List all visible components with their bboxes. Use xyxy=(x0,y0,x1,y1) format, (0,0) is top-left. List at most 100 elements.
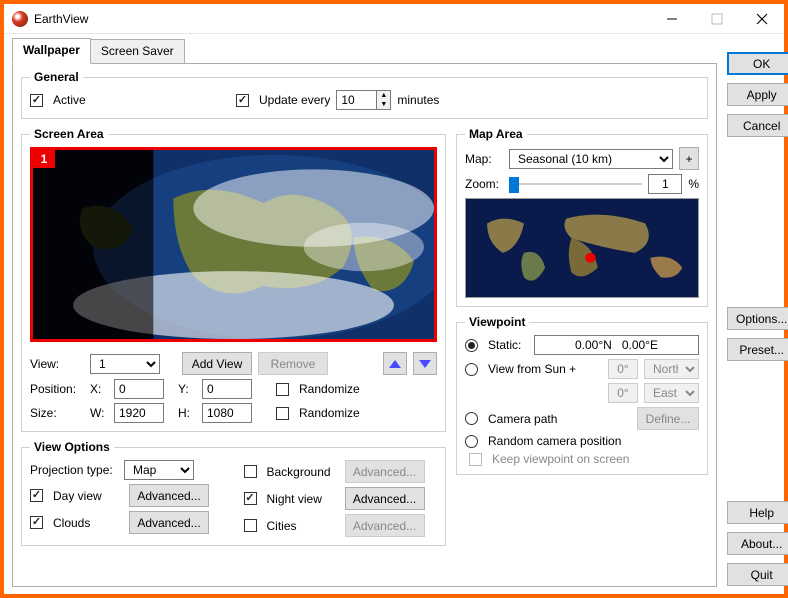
checkbox-clouds[interactable] xyxy=(30,516,43,529)
world-minimap-image xyxy=(466,199,698,297)
fieldset-view-options: View Options Projection type: Map xyxy=(21,440,446,546)
label-random: Random camera position xyxy=(488,434,621,448)
advanced-clouds-button[interactable]: Advanced... xyxy=(129,511,209,534)
screen-preview[interactable]: 1 xyxy=(30,147,437,342)
label-keep-viewpoint: Keep viewpoint on screen xyxy=(492,452,629,466)
preset-button[interactable]: Preset... xyxy=(727,338,788,361)
label-minutes: minutes xyxy=(397,93,439,107)
select-projection[interactable]: Map xyxy=(124,460,194,480)
label-map: Map: xyxy=(465,152,503,166)
fieldset-screen-area: Screen Area 1 xyxy=(21,127,446,432)
label-static: Static: xyxy=(488,338,528,352)
input-w[interactable] xyxy=(114,403,164,423)
checkbox-active[interactable] xyxy=(30,94,43,107)
move-up-button[interactable] xyxy=(383,352,407,375)
checkbox-background[interactable] xyxy=(244,465,257,478)
input-update-minutes[interactable] xyxy=(336,90,376,110)
remove-view-button: Remove xyxy=(258,352,328,375)
window-title: EarthView xyxy=(34,12,649,26)
advanced-night-button[interactable]: Advanced... xyxy=(345,487,425,510)
tab-wallpaper[interactable]: Wallpaper xyxy=(12,38,91,64)
label-night-view: Night view xyxy=(267,492,339,506)
fieldset-general: General Active Update every xyxy=(21,70,708,119)
select-view[interactable]: 1 xyxy=(90,354,160,374)
checkbox-keep-viewpoint xyxy=(469,453,482,466)
input-h[interactable] xyxy=(202,403,252,423)
options-button[interactable]: Options... xyxy=(727,307,788,330)
select-north: North xyxy=(644,359,699,379)
about-button[interactable]: About... xyxy=(727,532,788,555)
minimap[interactable] xyxy=(465,198,699,298)
help-button[interactable]: Help xyxy=(727,501,788,524)
input-static-coords[interactable] xyxy=(534,335,699,355)
radio-static[interactable] xyxy=(465,339,478,352)
radio-random[interactable] xyxy=(465,435,478,448)
input-zoom[interactable] xyxy=(648,174,682,194)
legend-viewpoint: Viewpoint xyxy=(465,315,529,329)
label-percent: % xyxy=(688,177,699,191)
input-sun-lon xyxy=(608,383,638,403)
input-x[interactable] xyxy=(114,379,164,399)
label-sun: View from Sun + xyxy=(488,362,602,376)
cancel-button[interactable]: Cancel xyxy=(727,114,788,137)
input-sun-lat xyxy=(608,359,638,379)
define-button: Define... xyxy=(637,407,699,430)
label-update-every: Update every xyxy=(259,93,330,107)
input-y[interactable] xyxy=(202,379,252,399)
label-randomize-position: Randomize xyxy=(299,382,360,396)
checkbox-update-every[interactable] xyxy=(236,94,249,107)
radio-sun[interactable] xyxy=(465,363,478,376)
spinner-update-minutes[interactable]: ▲▼ xyxy=(336,90,391,110)
earth-day-night-image xyxy=(33,150,434,339)
close-button[interactable] xyxy=(739,4,784,33)
ok-button[interactable]: OK xyxy=(727,52,788,75)
fieldset-viewpoint: Viewpoint Static: View from Sun + xyxy=(456,315,708,475)
add-view-button[interactable]: Add View xyxy=(182,352,252,375)
label-w: W: xyxy=(90,406,108,420)
legend-general: General xyxy=(30,70,83,84)
maximize-button xyxy=(694,4,739,33)
spin-down-icon[interactable]: ▼ xyxy=(377,100,390,109)
label-cities: Cities xyxy=(267,519,339,533)
label-background: Background xyxy=(267,465,339,479)
legend-map-area: Map Area xyxy=(465,127,527,141)
advanced-day-button[interactable]: Advanced... xyxy=(129,484,209,507)
checkbox-day-view[interactable] xyxy=(30,489,43,502)
select-east: East xyxy=(644,383,699,403)
screen-badge: 1 xyxy=(33,150,55,168)
radio-camera-path[interactable] xyxy=(465,412,478,425)
quit-button[interactable]: Quit xyxy=(727,563,788,586)
minimize-button[interactable] xyxy=(649,4,694,33)
label-clouds: Clouds xyxy=(53,516,123,530)
label-view: View: xyxy=(30,357,84,371)
legend-view-options: View Options xyxy=(30,440,114,454)
tab-screensaver[interactable]: Screen Saver xyxy=(91,39,185,64)
label-y: Y: xyxy=(178,382,196,396)
checkbox-cities[interactable] xyxy=(244,519,257,532)
label-position: Position: xyxy=(30,382,84,396)
label-x: X: xyxy=(90,382,108,396)
checkbox-randomize-size[interactable] xyxy=(276,407,289,420)
label-camera-path: Camera path xyxy=(488,412,631,426)
label-zoom: Zoom: xyxy=(465,177,503,191)
zoom-slider[interactable] xyxy=(509,174,642,194)
label-projection: Projection type: xyxy=(30,463,118,477)
legend-screen-area: Screen Area xyxy=(30,127,108,141)
checkbox-randomize-position[interactable] xyxy=(276,383,289,396)
label-randomize-size: Randomize xyxy=(299,406,360,420)
advanced-cities-button: Advanced... xyxy=(345,514,425,537)
add-map-button[interactable]: + xyxy=(679,147,699,170)
label-size: Size: xyxy=(30,406,84,420)
spin-up-icon[interactable]: ▲ xyxy=(377,91,390,100)
title-bar: EarthView xyxy=(4,4,784,34)
label-active: Active xyxy=(53,93,86,107)
fieldset-map-area: Map Area Map: Seasonal (10 km) + Zoom: xyxy=(456,127,708,307)
select-map[interactable]: Seasonal (10 km) xyxy=(509,149,673,169)
label-day-view: Day view xyxy=(53,489,123,503)
apply-button[interactable]: Apply xyxy=(727,83,788,106)
app-icon xyxy=(12,11,28,27)
label-h: H: xyxy=(178,406,196,420)
checkbox-night-view[interactable] xyxy=(244,492,257,505)
move-down-button[interactable] xyxy=(413,352,437,375)
advanced-background-button: Advanced... xyxy=(345,460,425,483)
